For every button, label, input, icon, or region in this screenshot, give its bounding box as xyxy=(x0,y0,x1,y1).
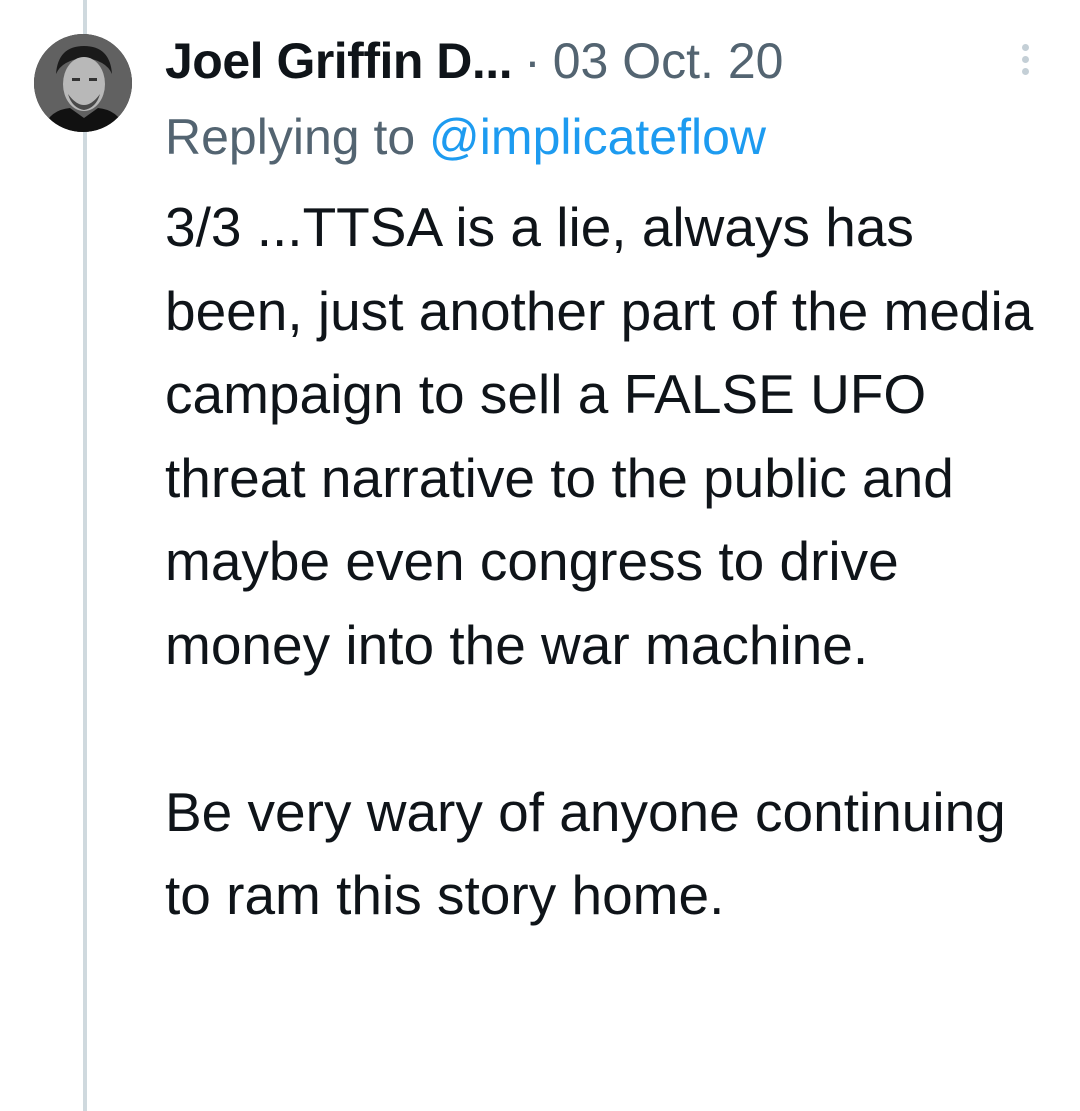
replying-to-label: Replying to xyxy=(165,109,430,165)
thread-connector-line xyxy=(83,0,87,1111)
reply-handle-link[interactable]: @implicateflow xyxy=(429,109,766,165)
tweet-header: Joel Griffin D... · 03 Oct. 20 xyxy=(165,26,1055,96)
header-separator: · xyxy=(524,33,541,89)
avatar[interactable] xyxy=(34,34,132,132)
replying-to-line: Replying to @implicateflow xyxy=(165,102,1055,172)
more-options-icon[interactable] xyxy=(1018,44,1032,84)
tweet-date[interactable]: 03 Oct. 20 xyxy=(553,26,784,96)
tweet-text: 3/3 ...TTSA is a lie, always has been, j… xyxy=(165,196,1034,926)
tweet: Joel Griffin D... · 03 Oct. 20 Replying … xyxy=(165,26,1055,938)
profile-photo-icon xyxy=(34,34,132,132)
author-name[interactable]: Joel Griffin D... xyxy=(165,26,513,96)
